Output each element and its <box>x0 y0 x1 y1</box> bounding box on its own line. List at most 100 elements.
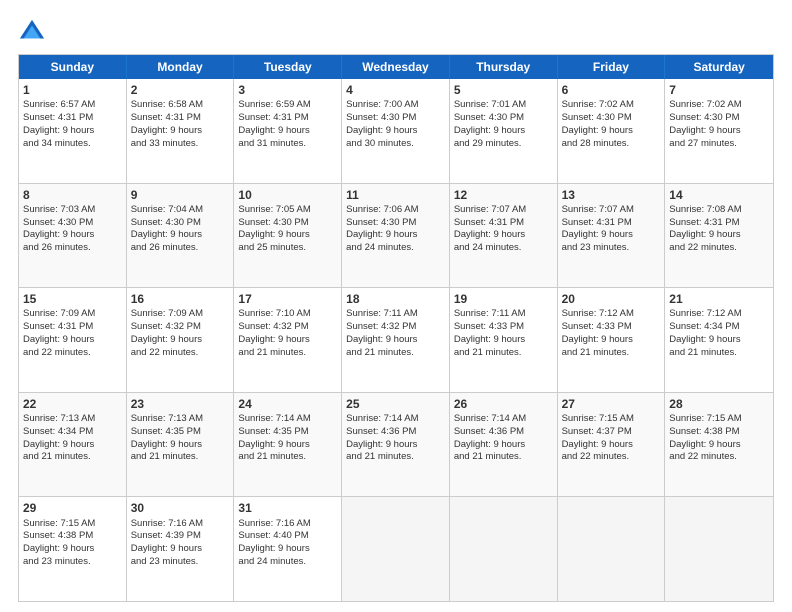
day-info-line: Sunset: 4:32 PM <box>131 321 201 332</box>
day-info-line: Sunrise: 7:12 AM <box>562 308 634 319</box>
cal-week-5: 29Sunrise: 7:15 AMSunset: 4:38 PMDayligh… <box>19 497 773 601</box>
day-info-line: Daylight: 9 hours <box>562 439 633 450</box>
day-info-line: Sunset: 4:34 PM <box>23 426 93 437</box>
day-info-line: Sunset: 4:38 PM <box>669 426 739 437</box>
cal-cell-day-10: 10Sunrise: 7:05 AMSunset: 4:30 PMDayligh… <box>234 184 342 288</box>
cal-cell-day-16: 16Sunrise: 7:09 AMSunset: 4:32 PMDayligh… <box>127 288 235 392</box>
cal-cell-day-7: 7Sunrise: 7:02 AMSunset: 4:30 PMDaylight… <box>665 79 773 183</box>
day-info-line: Sunrise: 7:09 AM <box>131 308 203 319</box>
day-info-line: Sunset: 4:30 PM <box>238 217 308 228</box>
day-info-line: Sunrise: 7:01 AM <box>454 99 526 110</box>
day-info-line: Sunrise: 7:11 AM <box>454 308 526 319</box>
day-info-line: Sunrise: 6:57 AM <box>23 99 95 110</box>
day-info-line: Sunset: 4:39 PM <box>131 530 201 541</box>
page: SundayMondayTuesdayWednesdayThursdayFrid… <box>0 0 792 612</box>
day-info-line: Sunrise: 7:00 AM <box>346 99 418 110</box>
day-info-line: Sunset: 4:30 PM <box>23 217 93 228</box>
day-number: 9 <box>131 187 230 203</box>
day-number: 26 <box>454 396 553 412</box>
cal-cell-day-31: 31Sunrise: 7:16 AMSunset: 4:40 PMDayligh… <box>234 497 342 601</box>
day-number: 27 <box>562 396 661 412</box>
day-info-line: Sunrise: 7:13 AM <box>131 413 203 424</box>
day-info-line: and 21 minutes. <box>669 347 737 358</box>
day-number: 13 <box>562 187 661 203</box>
cal-cell-day-13: 13Sunrise: 7:07 AMSunset: 4:31 PMDayligh… <box>558 184 666 288</box>
day-info-line: Sunrise: 7:12 AM <box>669 308 741 319</box>
cal-cell-empty <box>665 497 773 601</box>
cal-header-cell-friday: Friday <box>558 55 666 79</box>
day-info-line: Sunset: 4:37 PM <box>562 426 632 437</box>
day-info-line: Daylight: 9 hours <box>238 125 309 136</box>
day-info-line: Daylight: 9 hours <box>346 439 417 450</box>
day-info-line: Sunrise: 7:15 AM <box>23 518 95 529</box>
day-info-line: Daylight: 9 hours <box>23 229 94 240</box>
day-info-line: Sunset: 4:35 PM <box>238 426 308 437</box>
day-info-line: Daylight: 9 hours <box>23 439 94 450</box>
day-number: 8 <box>23 187 122 203</box>
day-number: 6 <box>562 82 661 98</box>
day-info-line: and 22 minutes. <box>131 347 199 358</box>
day-info-line: Sunset: 4:31 PM <box>669 217 739 228</box>
day-info-line: Daylight: 9 hours <box>238 543 309 554</box>
day-number: 3 <box>238 82 337 98</box>
day-info-line: and 23 minutes. <box>562 242 630 253</box>
day-info-line: Sunrise: 7:04 AM <box>131 204 203 215</box>
day-number: 12 <box>454 187 553 203</box>
day-info-line: Daylight: 9 hours <box>346 334 417 345</box>
cal-cell-empty <box>450 497 558 601</box>
cal-cell-day-18: 18Sunrise: 7:11 AMSunset: 4:32 PMDayligh… <box>342 288 450 392</box>
day-info-line: and 25 minutes. <box>238 242 306 253</box>
day-info-line: Sunrise: 7:16 AM <box>131 518 203 529</box>
day-info-line: and 31 minutes. <box>238 138 306 149</box>
day-number: 19 <box>454 291 553 307</box>
day-info-line: Daylight: 9 hours <box>346 229 417 240</box>
day-info-line: Sunrise: 7:08 AM <box>669 204 741 215</box>
day-info-line: Daylight: 9 hours <box>238 229 309 240</box>
day-number: 5 <box>454 82 553 98</box>
day-info-line: and 29 minutes. <box>454 138 522 149</box>
day-number: 17 <box>238 291 337 307</box>
day-info-line: and 21 minutes. <box>23 451 91 462</box>
cal-cell-day-6: 6Sunrise: 7:02 AMSunset: 4:30 PMDaylight… <box>558 79 666 183</box>
cal-header-cell-monday: Monday <box>127 55 235 79</box>
day-info-line: Sunset: 4:30 PM <box>562 112 632 123</box>
day-info-line: Sunrise: 7:07 AM <box>562 204 634 215</box>
cal-cell-day-25: 25Sunrise: 7:14 AMSunset: 4:36 PMDayligh… <box>342 393 450 497</box>
day-info-line: and 23 minutes. <box>131 556 199 567</box>
day-info-line: and 21 minutes. <box>238 347 306 358</box>
day-info-line: and 21 minutes. <box>454 451 522 462</box>
cal-header-cell-sunday: Sunday <box>19 55 127 79</box>
logo-icon <box>18 18 46 46</box>
day-info-line: Sunset: 4:31 PM <box>23 112 93 123</box>
day-info-line: Sunrise: 7:10 AM <box>238 308 310 319</box>
cal-cell-day-24: 24Sunrise: 7:14 AMSunset: 4:35 PMDayligh… <box>234 393 342 497</box>
day-info-line: and 22 minutes. <box>669 451 737 462</box>
cal-cell-day-20: 20Sunrise: 7:12 AMSunset: 4:33 PMDayligh… <box>558 288 666 392</box>
day-number: 21 <box>669 291 769 307</box>
cal-cell-day-11: 11Sunrise: 7:06 AMSunset: 4:30 PMDayligh… <box>342 184 450 288</box>
day-info-line: Daylight: 9 hours <box>131 125 202 136</box>
day-info-line: Daylight: 9 hours <box>669 229 740 240</box>
day-number: 25 <box>346 396 445 412</box>
day-info-line: Sunrise: 7:14 AM <box>238 413 310 424</box>
day-info-line: Sunrise: 7:02 AM <box>562 99 634 110</box>
logo <box>18 18 50 46</box>
day-info-line: Sunset: 4:30 PM <box>346 112 416 123</box>
cal-header-cell-tuesday: Tuesday <box>234 55 342 79</box>
day-info-line: Daylight: 9 hours <box>131 543 202 554</box>
day-info-line: Sunrise: 7:05 AM <box>238 204 310 215</box>
day-number: 7 <box>669 82 769 98</box>
day-info-line: Sunset: 4:32 PM <box>346 321 416 332</box>
cal-cell-day-28: 28Sunrise: 7:15 AMSunset: 4:38 PMDayligh… <box>665 393 773 497</box>
day-info-line: Daylight: 9 hours <box>454 125 525 136</box>
day-number: 18 <box>346 291 445 307</box>
calendar: SundayMondayTuesdayWednesdayThursdayFrid… <box>18 54 774 602</box>
day-info-line: Sunrise: 7:09 AM <box>23 308 95 319</box>
day-info-line: Daylight: 9 hours <box>454 334 525 345</box>
day-info-line: and 24 minutes. <box>238 556 306 567</box>
cal-cell-empty <box>342 497 450 601</box>
cal-cell-day-19: 19Sunrise: 7:11 AMSunset: 4:33 PMDayligh… <box>450 288 558 392</box>
day-info-line: Sunset: 4:30 PM <box>454 112 524 123</box>
day-number: 15 <box>23 291 122 307</box>
cal-cell-day-3: 3Sunrise: 6:59 AMSunset: 4:31 PMDaylight… <box>234 79 342 183</box>
